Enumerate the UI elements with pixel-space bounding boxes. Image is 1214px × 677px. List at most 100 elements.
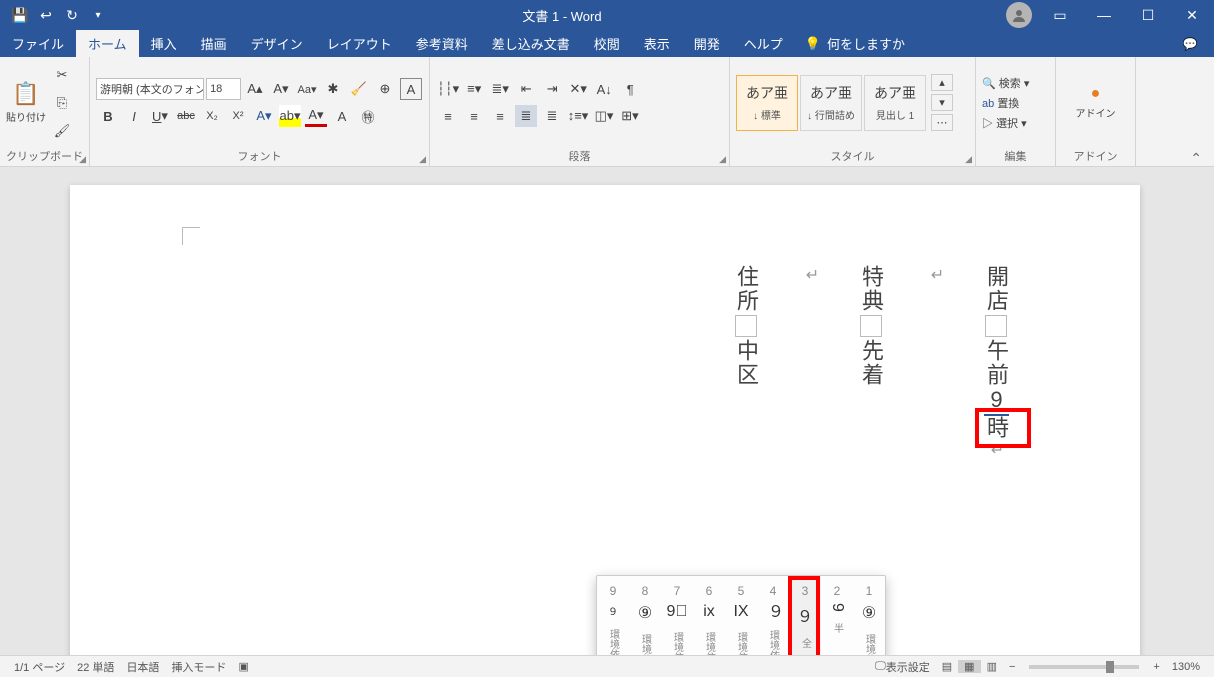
collapse-ribbon-icon[interactable]: ⌃: [1190, 150, 1202, 167]
align-right-icon[interactable]: ≡: [489, 105, 511, 127]
superscript-icon[interactable]: X²: [227, 105, 249, 127]
zoom-slider[interactable]: [1029, 665, 1139, 669]
qat-customize-icon[interactable]: ▾: [86, 3, 110, 27]
ime-candidate-2[interactable]: 29半: [821, 576, 853, 655]
view-web-icon[interactable]: ▥: [981, 660, 1003, 673]
launcher-icon[interactable]: ◢: [719, 154, 726, 165]
font-color-icon[interactable]: A▾: [305, 105, 327, 127]
shading-icon[interactable]: ◫▾: [593, 105, 615, 127]
italic-icon[interactable]: I: [123, 105, 145, 127]
status-language[interactable]: 日本語: [120, 659, 165, 675]
format-painter-icon[interactable]: 🖌: [51, 120, 73, 142]
view-print-icon[interactable]: ▦: [958, 660, 980, 673]
multilevel-icon[interactable]: ≣▾: [489, 78, 511, 100]
tab-help[interactable]: ヘルプ: [732, 30, 795, 57]
tab-view[interactable]: 表示: [632, 30, 682, 57]
asian-layout-icon[interactable]: ✕▾: [567, 78, 589, 100]
ribbon-display-icon[interactable]: ▭: [1038, 0, 1082, 30]
phonetic-guide-icon[interactable]: ✱: [322, 78, 344, 100]
status-insert-mode[interactable]: 挿入モード: [165, 659, 232, 675]
enclose-chars-icon[interactable]: ㊕: [357, 105, 379, 127]
status-page[interactable]: 1/1 ページ: [8, 659, 71, 675]
bold-icon[interactable]: B: [97, 105, 119, 127]
tab-references[interactable]: 参考資料: [404, 30, 480, 57]
zoom-in-icon[interactable]: +: [1147, 661, 1165, 673]
tell-me-search[interactable]: 💡 何をしますか: [805, 34, 905, 53]
user-avatar[interactable]: [1006, 2, 1032, 28]
text-line-3[interactable]: 住所中区: [731, 265, 760, 387]
show-marks-icon[interactable]: ¶: [619, 78, 641, 100]
addins-button[interactable]: ● アドイン: [1076, 85, 1116, 120]
align-center-icon[interactable]: ≡: [463, 105, 485, 127]
style-scroll-down-icon[interactable]: ▾: [931, 94, 953, 111]
numbering-icon[interactable]: ≡▾: [463, 78, 485, 100]
grow-font-icon[interactable]: A▴: [244, 78, 266, 100]
zoom-level[interactable]: 130%: [1166, 661, 1206, 673]
align-left-icon[interactable]: ≡: [437, 105, 459, 127]
highlight-icon[interactable]: ab▾: [279, 105, 301, 127]
style-normal[interactable]: あア亜 ↓ 標準: [736, 75, 798, 131]
view-read-icon[interactable]: ▤: [936, 660, 958, 673]
find-button[interactable]: 🔍 検索 ▾: [982, 75, 1029, 91]
subscript-icon[interactable]: X₂: [201, 105, 223, 127]
enclose-char-icon[interactable]: ⊕: [374, 78, 396, 100]
change-case-icon[interactable]: Aa▾: [296, 78, 318, 100]
strikethrough-icon[interactable]: abc: [175, 105, 197, 127]
font-size-combo[interactable]: 18: [206, 78, 241, 100]
ime-candidate-6[interactable]: 6ix環境依存: [693, 576, 725, 655]
launcher-icon[interactable]: ◢: [419, 154, 426, 165]
undo-icon[interactable]: ↩: [34, 3, 58, 27]
bullets-icon[interactable]: ┆┆▾: [437, 78, 459, 100]
copy-icon[interactable]: ⎘: [51, 92, 73, 114]
zoom-out-icon[interactable]: −: [1003, 661, 1021, 673]
ime-candidate-7[interactable]: 79⃣環境依存: [661, 576, 693, 655]
redo-icon[interactable]: ↻: [60, 3, 84, 27]
justify-icon[interactable]: ≣: [515, 105, 537, 127]
ime-candidate-8[interactable]: 8⑨環境依存: [629, 576, 661, 655]
share-button[interactable]: 💬: [1178, 37, 1202, 51]
select-button[interactable]: ▷ 選択 ▾: [982, 115, 1029, 131]
cut-icon[interactable]: ✂: [51, 64, 73, 86]
tab-insert[interactable]: 挿入: [139, 30, 189, 57]
maximize-icon[interactable]: ☐: [1126, 0, 1170, 30]
tab-file[interactable]: ファイル: [0, 30, 76, 57]
style-scroll-up-icon[interactable]: ▴: [931, 74, 953, 91]
ime-candidate-4[interactable]: 4９環境依存: [757, 576, 789, 655]
distribute-icon[interactable]: ≣: [541, 105, 563, 127]
decrease-indent-icon[interactable]: ⇤: [515, 78, 537, 100]
style-expand-icon[interactable]: ⋯: [931, 114, 953, 131]
minimize-icon[interactable]: —: [1082, 0, 1126, 30]
char-border-icon[interactable]: A: [400, 78, 422, 100]
shrink-font-icon[interactable]: A▾: [270, 78, 292, 100]
sort-icon[interactable]: A↓: [593, 78, 615, 100]
underline-icon[interactable]: U▾: [149, 105, 171, 127]
ime-candidate-5[interactable]: 5IX環境依存: [725, 576, 757, 655]
replace-button[interactable]: ab 置換: [982, 95, 1029, 111]
tab-draw[interactable]: 描画: [189, 30, 239, 57]
font-name-combo[interactable]: 游明朝 (本文のフォン: [96, 78, 204, 100]
style-heading1[interactable]: あア亜 見出し 1: [864, 75, 926, 131]
text-line-2[interactable]: 特典先着: [856, 265, 885, 387]
tab-review[interactable]: 校閲: [582, 30, 632, 57]
launcher-icon[interactable]: ◢: [79, 154, 86, 165]
tab-layout[interactable]: レイアウト: [315, 30, 404, 57]
ime-candidate-1[interactable]: 1⑨環境依存: [853, 576, 885, 655]
char-shading-icon[interactable]: A: [331, 105, 353, 127]
ime-candidate-9[interactable]: 9９環境依存: [597, 576, 629, 655]
paste-button[interactable]: 📋 貼り付け: [6, 78, 46, 128]
tab-design[interactable]: デザイン: [239, 30, 315, 57]
macro-record-icon[interactable]: ▣: [232, 660, 254, 673]
status-words[interactable]: 22 単語: [71, 659, 120, 675]
style-no-spacing[interactable]: あア亜 ↓ 行間詰め: [800, 75, 862, 131]
text-effects-icon[interactable]: A▾: [253, 105, 275, 127]
launcher-icon[interactable]: ◢: [965, 154, 972, 165]
close-icon[interactable]: ✕: [1170, 0, 1214, 30]
tab-home[interactable]: ホーム: [76, 30, 139, 57]
tab-developer[interactable]: 開発: [682, 30, 732, 57]
tab-mailings[interactable]: 差し込み文書: [480, 30, 582, 57]
clear-format-icon[interactable]: 🧹: [348, 78, 370, 100]
save-icon[interactable]: 💾: [8, 3, 32, 27]
display-settings-button[interactable]: 🖵 表示設定: [869, 659, 936, 675]
line-spacing-icon[interactable]: ↕≡▾: [567, 105, 589, 127]
borders-icon[interactable]: ⊞▾: [619, 105, 641, 127]
